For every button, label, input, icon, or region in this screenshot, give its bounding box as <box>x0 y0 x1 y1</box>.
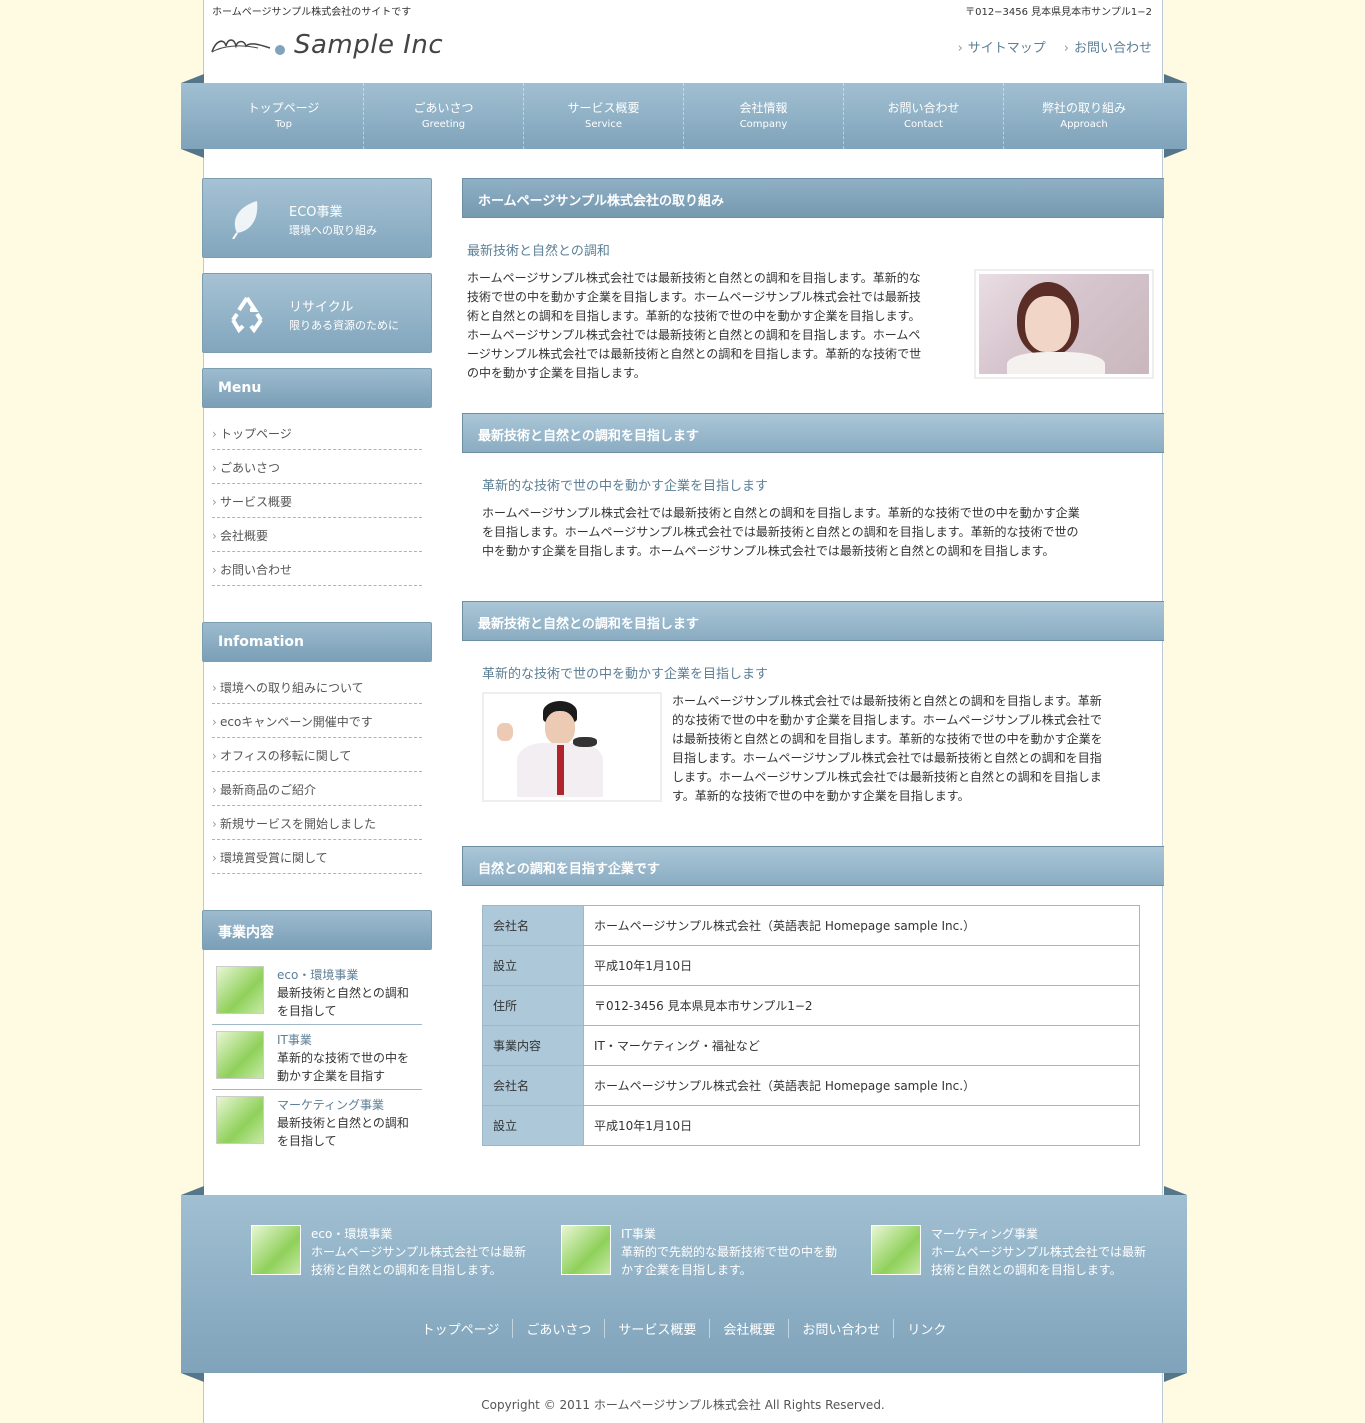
side-menu-item[interactable]: サービス概要 <box>212 484 422 520</box>
logo-text: Sample Inc <box>294 30 444 60</box>
sitemap-link[interactable]: サイトマップ <box>958 37 1046 56</box>
signature-logo-icon <box>211 39 285 55</box>
side-menu: トップページ ごあいさつ サービス概要 会社概要 お問い合わせ <box>212 416 422 588</box>
nav-item-company[interactable]: 会社情報 Company <box>684 83 844 149</box>
business-heading: 事業内容 <box>202 910 432 950</box>
leaf-thumbnail <box>251 1225 301 1275</box>
footer-business-eco[interactable]: eco・環境事業 ホームページサンプル株式会社では最新 技術と自然との調和を目指しま… <box>251 1225 541 1279</box>
section-heading-company: 自然との調和を目指す企業です <box>462 846 1164 886</box>
sidebar: ECO事業 環境への取り組み リサイクル 限りある資源のために Menu トップ… <box>202 178 432 1155</box>
businessman-phone-photo <box>482 692 662 802</box>
recycle-icon <box>231 296 263 334</box>
section-heading-harmony: 最新技術と自然との調和を目指します <box>462 413 1164 453</box>
info-item[interactable]: 環境への取り組みについて <box>212 670 422 706</box>
recycle-banner[interactable]: リサイクル 限りある資源のために <box>202 273 432 353</box>
section-body: ホームページサンプル株式会社では最新技術と自然との調和を目指します。革新的な技術… <box>467 271 922 380</box>
nav-item-contact[interactable]: お問い合わせ Contact <box>844 83 1004 149</box>
contact-link[interactable]: お問い合わせ <box>1064 37 1152 56</box>
side-menu-item[interactable]: トップページ <box>212 416 422 452</box>
footer-nav-service[interactable]: サービス概要 <box>605 1319 711 1338</box>
footer-nav-contact[interactable]: お問い合わせ <box>789 1319 895 1338</box>
footer-nav: トップページ ごあいさつ サービス概要 会社概要 お問い合わせ リンク <box>181 1319 1187 1338</box>
nav-item-top[interactable]: トップページ Top <box>204 83 364 149</box>
side-menu-item[interactable]: 会社概要 <box>212 518 422 554</box>
footer-business-marketing[interactable]: マーケティング事業 ホームページサンプル株式会社では最新 技術と自然との調和を目指し… <box>871 1225 1161 1279</box>
nav-item-approach[interactable]: 弊社の取り組み Approach <box>1004 83 1164 149</box>
section-subheading: 最新技術と自然との調和 <box>467 244 610 259</box>
main-content: ホームページサンプル株式会社の取り組み 最新技術と自然との調和 ホームページサン… <box>462 178 1164 1146</box>
info-item[interactable]: 新規サービスを開始しました <box>212 806 422 842</box>
company-info-table: 会社名 ホームページサンプル株式会社（英語表記 Homepage sample I… <box>482 905 1140 1146</box>
menu-heading: Menu <box>202 368 432 408</box>
business-item-marketing[interactable]: マーケティング事業 最新技術と自然との調和 を目指して <box>212 1090 422 1155</box>
side-menu-item[interactable]: お問い合わせ <box>212 552 422 588</box>
footer-nav-links[interactable]: リンク <box>894 1319 959 1338</box>
section-heading-approach: ホームページサンプル株式会社の取り組み <box>462 178 1164 218</box>
leaf-thumbnail <box>871 1225 921 1275</box>
footer-nav-top[interactable]: トップページ <box>409 1319 514 1338</box>
section-heading-harmony-2: 最新技術と自然との調和を目指します <box>462 601 1164 641</box>
side-info-list: 環境への取り組みについて ecoキャンペーン開催中です オフィスの移転に関して … <box>212 670 422 876</box>
section-subheading: 革新的な技術で世の中を動かす企業を目指します <box>482 667 769 682</box>
ladybug-leaf-thumbnail <box>561 1225 611 1275</box>
site-tagline: ホームページサンプル株式会社のサイトです <box>212 7 412 18</box>
leaf-icon <box>232 201 258 239</box>
global-nav: トップページ Top ごあいさつ Greeting サービス概要 Service 会社… <box>181 74 1187 158</box>
table-row: 設立 平成10年1月10日 <box>482 945 1140 986</box>
nav-item-service[interactable]: サービス概要 Service <box>524 83 684 149</box>
section-body: ホームページサンプル株式会社では最新技術と自然との調和を目指します。革新的な技術… <box>482 506 1080 558</box>
info-item[interactable]: ecoキャンペーン開催中です <box>212 704 422 740</box>
copyright: Copyright © 2011 ホームページサンプル株式会社 All Righ… <box>481 1398 885 1412</box>
info-item[interactable]: オフィスの移転に関して <box>212 738 422 774</box>
table-row: 事業内容 IT・マーケティング・福祉など <box>482 1025 1140 1066</box>
table-row: 住所 〒012-3456 見本県見本市サンプル1−2 <box>482 985 1140 1026</box>
header-address: 〒012−3456 見本県見本市サンプル1−2 <box>965 7 1152 18</box>
table-row: 設立 平成10年1月10日 <box>482 1105 1140 1146</box>
info-heading: Infomation <box>202 622 432 662</box>
footer-nav-greeting[interactable]: ごあいさつ <box>513 1319 606 1338</box>
business-item-it[interactable]: IT事業 革新的な技術で世の中を 動かす企業を目指す <box>212 1025 422 1090</box>
footer: eco・環境事業 ホームページサンプル株式会社では最新 技術と自然との調和を目指しま… <box>181 1186 1187 1382</box>
section-subheading: 革新的な技術で世の中を動かす企業を目指します <box>482 479 769 494</box>
side-menu-item[interactable]: ごあいさつ <box>212 450 422 486</box>
section-body: ホームページサンプル株式会社では最新技術と自然との調和を目指します。革新的な技術… <box>672 694 1103 803</box>
footer-nav-company[interactable]: 会社概要 <box>710 1319 790 1338</box>
header-links: サイトマップ お問い合わせ <box>958 37 1152 56</box>
business-list: eco・環境事業 最新技術と自然との調和 を目指して IT事業 革新的な技術で世の中を… <box>212 960 422 1155</box>
footer-business-it[interactable]: IT事業 革新的で先鋭的な最新技術で世の中を動 かす企業を目指します。 <box>561 1225 851 1279</box>
page: ホームページサンプル株式会社のサイトです 〒012−3456 見本県見本市サンプ… <box>181 0 1187 1423</box>
business-item-eco[interactable]: eco・環境事業 最新技術と自然との調和 を目指して <box>212 960 422 1025</box>
info-item[interactable]: 最新商品のご紹介 <box>212 772 422 808</box>
table-row: 会社名 ホームページサンプル株式会社（英語表記 Homepage sample I… <box>482 1065 1140 1106</box>
leaf-thumbnail <box>216 1096 264 1144</box>
site-logo[interactable]: Sample Inc <box>210 30 443 60</box>
table-row: 会社名 ホームページサンプル株式会社（英語表記 Homepage sample I… <box>482 905 1140 946</box>
info-item[interactable]: 環境賞受賞に関して <box>212 840 422 876</box>
leaf-thumbnail <box>216 966 264 1014</box>
nav-item-greeting[interactable]: ごあいさつ Greeting <box>364 83 524 149</box>
woman-phone-photo <box>974 269 1154 379</box>
ladybug-leaf-thumbnail <box>216 1031 264 1079</box>
eco-banner[interactable]: ECO事業 環境への取り組み <box>202 178 432 258</box>
